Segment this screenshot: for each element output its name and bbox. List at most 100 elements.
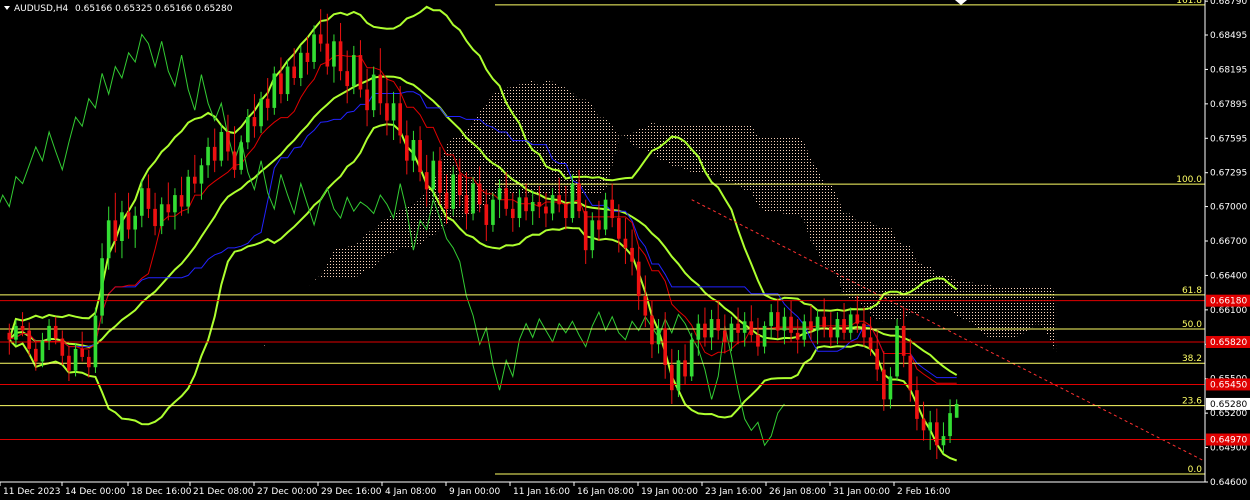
- cloud-segment: [897, 241, 904, 320]
- candle: [404, 120, 409, 175]
- cloud-segment: [532, 80, 540, 196]
- candle-body: [550, 195, 555, 214]
- candle-body: [411, 140, 416, 161]
- horizontal-levels: 161.8 100.0 61.8 50.0 38.2 23.6 0.0: [0, 0, 1205, 475]
- cloud-segment: [903, 245, 911, 318]
- cloud-segment: [579, 99, 586, 196]
- candle-body: [73, 348, 78, 371]
- cloud-segment: [857, 222, 864, 307]
- indicator-lines: [0, 5, 1206, 462]
- candle: [815, 309, 820, 345]
- chart-menu-icon[interactable]: [4, 6, 10, 10]
- candle: [623, 218, 628, 264]
- candle: [510, 192, 515, 232]
- cloud-segment: [963, 281, 970, 322]
- candle-body: [166, 204, 171, 213]
- candle-body: [199, 165, 204, 184]
- candle-body: [20, 325, 25, 331]
- cloud-segment: [400, 206, 407, 248]
- candle-body: [921, 418, 926, 431]
- candle: [305, 36, 310, 75]
- price-level-label: 0.65450: [1210, 380, 1247, 390]
- candle: [212, 128, 217, 173]
- cloud-segment: [307, 279, 315, 287]
- cloud-segment: [632, 128, 639, 149]
- candle-body: [915, 390, 919, 419]
- candle-body: [451, 174, 456, 209]
- candle: [146, 174, 151, 219]
- ohlc-readout: 0.65166 0.65325 0.65166 0.65280: [75, 4, 233, 14]
- candle-body: [477, 183, 482, 205]
- candle-body: [809, 321, 813, 331]
- candle-body: [113, 220, 118, 241]
- price-chart[interactable]: 161.8 100.0 61.8 50.0 38.2 23.6 0.0 0.68790 0.6…: [0, 0, 1250, 500]
- candle: [881, 351, 886, 411]
- x-tick-label: 21 Dec 08:00: [193, 487, 254, 497]
- candle: [371, 66, 376, 118]
- candle-body: [206, 146, 210, 166]
- cloud-segment: [420, 191, 427, 246]
- x-tick-label: 14 Dec 00:00: [65, 487, 126, 497]
- shift-marker-icon[interactable]: [955, 0, 967, 5]
- price-level-label: 0.64970: [1210, 436, 1247, 446]
- symbol-label: AUDUSD,H4: [14, 4, 69, 14]
- candle-body: [312, 34, 316, 62]
- candle: [597, 200, 601, 241]
- y-tick-label: 0.68495: [1210, 31, 1247, 41]
- candle-body: [438, 160, 442, 193]
- candle-body: [404, 135, 409, 161]
- candle: [219, 123, 224, 167]
- candle-body: [325, 43, 330, 67]
- cloud-segment: [625, 133, 633, 145]
- candle-body: [742, 321, 747, 333]
- candle: [928, 410, 933, 450]
- candle: [941, 422, 946, 454]
- cloud-segment: [367, 231, 374, 268]
- cloud-segment: [983, 285, 990, 339]
- candle-body: [901, 325, 906, 356]
- candle-body: [159, 204, 164, 227]
- candle-body: [630, 247, 634, 262]
- candle-body: [338, 41, 343, 72]
- candle: [683, 344, 687, 385]
- cloud-segment: [1022, 286, 1030, 334]
- candle-body: [815, 316, 820, 331]
- candle-body: [93, 315, 98, 368]
- cloud-segment: [526, 80, 533, 196]
- candle: [716, 300, 721, 340]
- cloud-segment: [671, 125, 679, 166]
- candle-body: [676, 360, 681, 391]
- cloud-segment: [353, 242, 361, 278]
- candle-body: [332, 41, 336, 67]
- candle: [47, 319, 51, 351]
- cloud-segment: [810, 159, 818, 252]
- candle-body: [716, 319, 721, 331]
- candle: [762, 321, 767, 354]
- candle: [93, 307, 98, 373]
- candle: [325, 13, 330, 75]
- candle: [153, 192, 157, 236]
- cloud-segment: [969, 281, 977, 327]
- cloud-segment: [890, 226, 898, 320]
- candle: [100, 243, 104, 324]
- fib-label: 0.0: [1188, 465, 1203, 475]
- candle-body: [298, 52, 303, 79]
- candle: [775, 298, 780, 339]
- candle: [120, 200, 124, 259]
- y-tick-label: 0.65200: [1210, 409, 1247, 419]
- candle-body: [292, 66, 297, 79]
- candle-body: [822, 316, 827, 328]
- candle-body: [146, 188, 151, 209]
- x-tick-label: 18 Dec 16:00: [131, 487, 192, 497]
- candle: [729, 316, 734, 352]
- cloud-segment: [777, 136, 785, 215]
- candle: [769, 304, 774, 338]
- candle: [86, 350, 91, 378]
- candle-body: [391, 103, 396, 121]
- candle-body: [537, 201, 542, 207]
- candle: [232, 126, 237, 178]
- candle-body: [782, 316, 787, 331]
- candle: [206, 137, 210, 178]
- candle: [365, 68, 369, 127]
- candle-body: [636, 261, 641, 297]
